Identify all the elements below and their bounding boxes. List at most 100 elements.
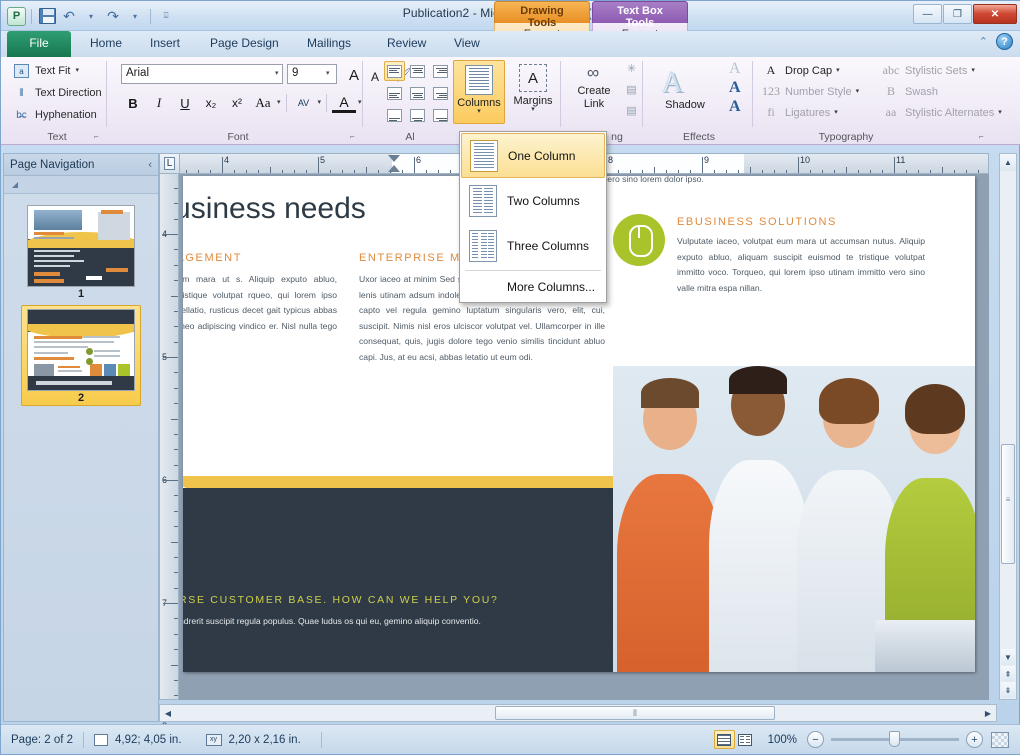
italic-button[interactable]: I — [147, 92, 171, 114]
zoom-out-button[interactable]: − — [807, 731, 824, 748]
subscript-button[interactable]: x₂ — [199, 92, 223, 114]
menu-item-more-columns[interactable]: More Columns... — [461, 273, 605, 301]
menu-item-two-columns[interactable]: Two Columns — [461, 178, 605, 223]
tab-file[interactable]: File — [7, 31, 71, 57]
create-link-icon[interactable]: ∞ — [575, 63, 611, 83]
font-size-dropdown-icon[interactable]: ▾ — [326, 69, 330, 77]
font-dialog-launcher-icon[interactable]: ⌐ — [350, 132, 360, 142]
menu-item-three-columns[interactable]: Three Columns — [461, 223, 605, 268]
align-top-center-button[interactable] — [407, 61, 428, 81]
number-style-arrow-icon[interactable]: ▾ — [856, 88, 860, 95]
hyphenation-button[interactable]: b̶c Hyphenation — [13, 104, 97, 126]
align-middle-left-button[interactable] — [384, 83, 405, 103]
ligatures-button[interactable]: fi Ligatures ▾ — [761, 102, 838, 123]
break-link-icon[interactable]: ✳ — [622, 59, 641, 78]
engrave-effect-icon[interactable]: A — [729, 79, 741, 97]
document-headline[interactable]: r business needs — [183, 192, 366, 226]
drop-cap-button[interactable]: A Drop Cap ▾ — [761, 60, 840, 81]
align-bottom-right-button[interactable] — [430, 105, 451, 125]
previous-textbox-icon[interactable]: ▤ — [622, 80, 641, 99]
columns-button[interactable]: Columns ▾ — [453, 60, 505, 124]
left-indent-marker-icon[interactable] — [388, 155, 400, 172]
tab-page-design[interactable]: Page Design — [197, 31, 292, 57]
collapse-ribbon-icon[interactable]: ⌃ — [979, 35, 988, 48]
page-indicator[interactable]: Page: 2 of 2 — [11, 734, 73, 746]
stylistic-alternates-arrow-icon[interactable]: ▾ — [998, 109, 1002, 116]
people-photo[interactable] — [613, 366, 975, 672]
align-bottom-center-button[interactable] — [407, 105, 428, 125]
section-heading-management[interactable]: N MANAGEMENT — [183, 252, 242, 264]
align-middle-right-button[interactable] — [430, 83, 451, 103]
align-bottom-left-button[interactable] — [384, 105, 405, 125]
font-color-button[interactable]: A — [332, 93, 357, 113]
band-heading[interactable]: RSE CUSTOMER BASE. HOW CAN WE HELP YOU? — [183, 594, 499, 606]
stylistic-sets-arrow-icon[interactable]: ▾ — [971, 67, 975, 74]
change-case-button[interactable]: Aa — [251, 92, 275, 114]
collapse-pane-icon[interactable]: ‹ — [148, 159, 152, 171]
swash-button[interactable]: B Swash — [881, 81, 938, 102]
zoom-in-button[interactable]: + — [966, 731, 983, 748]
margins-arrow-icon[interactable]: ▾ — [531, 106, 535, 113]
character-spacing-arrow-icon[interactable]: ▾ — [318, 99, 322, 106]
emboss-effect-icon[interactable]: A — [729, 98, 741, 116]
zoom-slider-handle[interactable] — [889, 731, 900, 747]
expand-triangle-icon[interactable] — [12, 181, 18, 188]
close-button[interactable]: ✕ — [973, 4, 1017, 24]
tab-home[interactable]: Home — [77, 31, 135, 57]
number-style-button[interactable]: 123 Number Style ▾ — [761, 81, 859, 102]
tab-review[interactable]: Review — [374, 31, 439, 57]
create-link-button[interactable]: Create Link — [563, 85, 625, 111]
fit-page-button[interactable] — [991, 731, 1009, 748]
page-thumbnail-1[interactable]: 1 — [22, 202, 140, 301]
text-dialog-launcher-icon[interactable]: ⌐ — [94, 132, 104, 142]
help-icon[interactable]: ? — [996, 33, 1013, 50]
shadow-button[interactable]: Shadow — [649, 99, 721, 111]
tab-selector-button[interactable]: L — [160, 154, 180, 173]
section-body-management[interactable]: , volutpat eum mara ut s. Aliquip exputo… — [183, 272, 337, 350]
scroll-up-arrow-icon[interactable]: ▲ — [1000, 154, 1016, 171]
next-textbox-icon[interactable]: ▤ — [622, 101, 641, 120]
text-direction-button[interactable]: ⦀ Text Direction — [13, 82, 101, 104]
ligatures-arrow-icon[interactable]: ▾ — [834, 109, 838, 116]
text-fit-button[interactable]: a Text Fit ▾ — [13, 60, 79, 82]
vertical-scrollbar[interactable]: ▲ ▼ ⇞ ⇟ — [999, 153, 1017, 700]
band-body[interactable]: ndrerit suscipit regula populus. Quae lu… — [183, 616, 481, 626]
zoom-level[interactable]: 100% — [768, 734, 797, 746]
previous-page-icon[interactable]: ⇞ — [1001, 666, 1015, 682]
font-name-input[interactable]: Arial — [121, 64, 283, 84]
typography-dialog-launcher-icon[interactable]: ⌐ — [979, 132, 989, 142]
columns-dropdown-menu[interactable]: One Column Two Columns Three Columns Mor… — [459, 131, 607, 303]
align-top-left-button[interactable] — [384, 61, 405, 81]
text-fit-arrow-icon[interactable]: ▾ — [75, 67, 79, 74]
columns-arrow-icon[interactable]: ▾ — [477, 108, 481, 115]
scroll-right-arrow-icon[interactable]: ▶ — [980, 705, 996, 721]
menu-item-one-column[interactable]: One Column — [461, 133, 605, 178]
section-heading-ebusiness[interactable]: EBUSINESS SOLUTIONS — [677, 216, 837, 228]
stylistic-sets-button[interactable]: abc Stylistic Sets ▾ — [881, 60, 975, 81]
single-page-view-button[interactable] — [713, 730, 735, 749]
underline-button[interactable]: U — [173, 92, 197, 114]
change-case-arrow-icon[interactable]: ▾ — [277, 99, 281, 106]
margins-button[interactable]: A Margins ▾ — [507, 60, 559, 124]
scroll-down-arrow-icon[interactable]: ▼ — [1001, 649, 1015, 665]
tab-view[interactable]: View — [441, 31, 493, 57]
align-top-right-button[interactable] — [430, 61, 451, 81]
vertical-ruler[interactable]: 45678 — [159, 174, 179, 743]
zoom-slider[interactable] — [831, 731, 959, 747]
outline-effect-icon[interactable]: A — [729, 60, 741, 78]
superscript-button[interactable]: x² — [225, 92, 249, 114]
horizontal-scroll-thumb[interactable] — [495, 706, 775, 720]
maximize-button[interactable]: ❐ — [943, 4, 972, 24]
two-page-spread-button[interactable] — [735, 730, 756, 749]
vertical-scroll-thumb[interactable] — [1001, 444, 1015, 564]
bold-button[interactable]: B — [121, 92, 145, 114]
stylistic-alternates-button[interactable]: aa Stylistic Alternates ▾ — [881, 102, 1002, 123]
minimize-button[interactable]: — — [913, 4, 942, 24]
font-name-dropdown-icon[interactable]: ▾ — [275, 69, 279, 77]
tab-mailings[interactable]: Mailings — [294, 31, 364, 57]
align-middle-center-button[interactable] — [407, 83, 428, 103]
drop-cap-arrow-icon[interactable]: ▾ — [836, 67, 840, 74]
section-body-ebusiness[interactable]: Vulputate iaceo, volutpat eum mara ut ac… — [677, 234, 925, 296]
tab-insert[interactable]: Insert — [137, 31, 193, 57]
next-page-icon[interactable]: ⇟ — [1001, 682, 1015, 698]
